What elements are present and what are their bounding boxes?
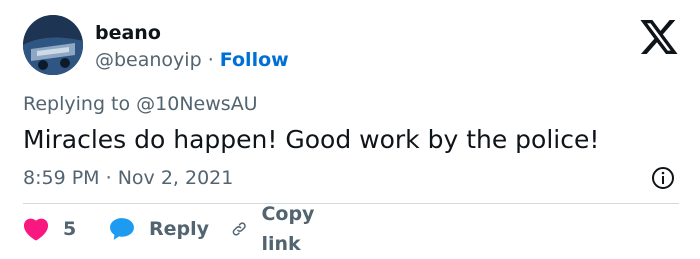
follow-button[interactable]: Follow: [220, 49, 289, 71]
tweet-time: 8:59 PM: [23, 167, 100, 189]
tweet-date: Nov 2, 2021: [117, 167, 234, 189]
tweet-timestamp[interactable]: 8:59 PM · Nov 2, 2021: [23, 166, 233, 190]
heart-icon: [23, 218, 49, 241]
like-count: 5: [63, 218, 77, 240]
replying-prefix: Replying to: [23, 93, 131, 115]
like-button[interactable]: 5: [23, 214, 76, 244]
divider: [23, 203, 679, 204]
replying-to: Replying to @10NewsAU: [23, 92, 258, 116]
reply-label: Reply: [149, 218, 210, 240]
handle-separator: ·: [207, 49, 214, 71]
reply-button[interactable]: Reply: [109, 214, 209, 244]
link-icon: [232, 222, 246, 236]
timestamp-separator: ·: [105, 167, 112, 189]
copy-link-button[interactable]: Copy link: [231, 203, 324, 255]
copy-link-label: Copy link: [261, 203, 315, 255]
replying-mention[interactable]: @10NewsAU: [136, 93, 257, 115]
info-icon[interactable]: [651, 166, 675, 190]
author-handle[interactable]: @beanoyip: [95, 49, 202, 71]
author-name[interactable]: beano: [95, 21, 161, 45]
reply-bubble-icon: [110, 218, 134, 240]
avatar[interactable]: [23, 15, 83, 75]
tweet-text: Miracles do happen! Good work by the pol…: [23, 125, 600, 154]
x-logo-icon[interactable]: [640, 20, 678, 54]
author-handle-line: @beanoyip · Follow: [95, 47, 289, 73]
